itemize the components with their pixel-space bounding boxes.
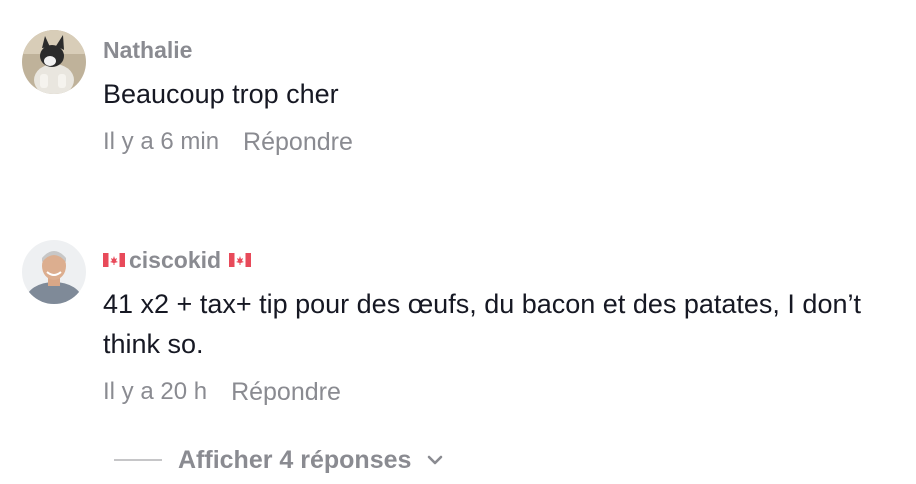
reply-button[interactable]: Répondre — [231, 377, 341, 407]
comment-meta: Il y a 6 min Répondre — [103, 127, 908, 157]
comment-timestamp: Il y a 20 h — [103, 378, 208, 405]
comment-timestamp: Il y a 6 min — [103, 128, 220, 155]
comment-meta: Il y a 20 h Répondre — [103, 377, 908, 407]
comment-text: 41 x2 + tax+ tip pour des œufs, du bacon… — [103, 289, 861, 359]
dog-photo-icon — [22, 30, 86, 94]
comment-username[interactable]: ciscokid — [103, 246, 908, 274]
canada-flag-icon — [103, 253, 125, 267]
comment-username[interactable]: Nathalie — [103, 36, 908, 64]
username-label: ciscokid — [129, 247, 222, 273]
view-replies-label: Afficher 4 réponses — [178, 445, 412, 474]
username-label: Nathalie — [103, 37, 193, 63]
canada-flag-icon — [229, 253, 252, 267]
comment-text: Beaucoup trop cher — [103, 79, 339, 109]
divider-line — [114, 459, 162, 461]
person-photo-icon — [22, 240, 86, 304]
avatar[interactable] — [22, 30, 86, 94]
avatar[interactable] — [22, 240, 86, 304]
chevron-down-icon — [428, 455, 443, 465]
reply-button[interactable]: Répondre — [243, 127, 353, 157]
view-replies-button[interactable]: Afficher 4 réponses — [114, 440, 443, 480]
